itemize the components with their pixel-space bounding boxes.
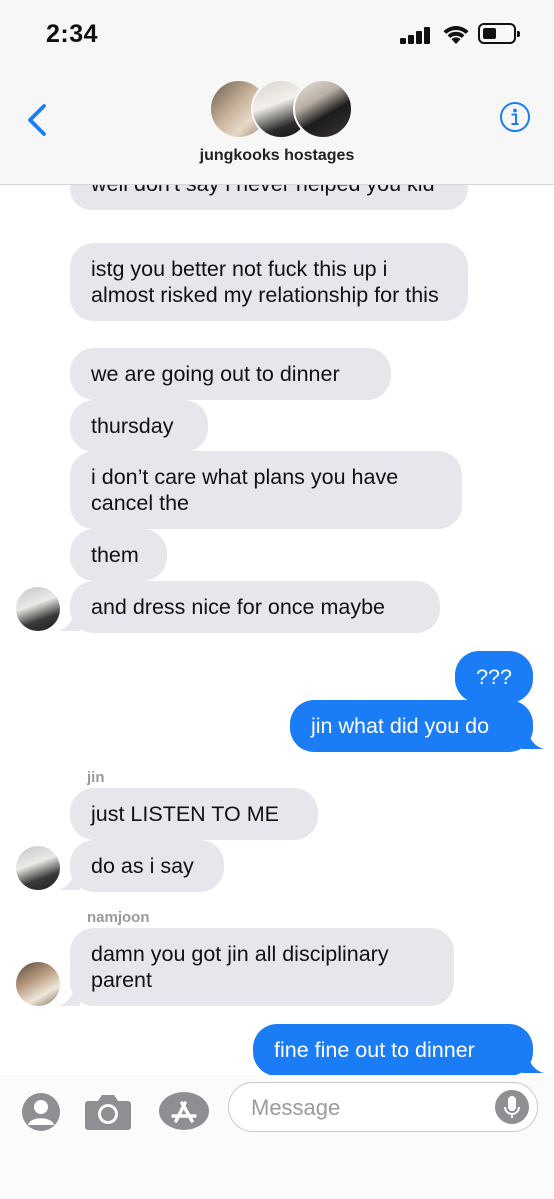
avatar bbox=[293, 79, 353, 139]
battery-icon bbox=[478, 23, 520, 44]
message-bubble[interactable]: i don’t care what plans you have cancel … bbox=[70, 451, 462, 529]
back-chevron-icon[interactable] bbox=[24, 100, 54, 140]
conversation-header: jungkooks hostages bbox=[0, 70, 554, 185]
message-input-placeholder: Message bbox=[251, 1095, 341, 1120]
app-store-icon[interactable] bbox=[158, 1091, 210, 1131]
status-time: 2:34 bbox=[46, 20, 99, 48]
wifi-icon bbox=[443, 26, 469, 44]
sender-name: jin bbox=[87, 769, 105, 786]
group-avatars[interactable] bbox=[209, 79, 353, 139]
message-bubble-outgoing[interactable]: jin what did you do bbox=[290, 700, 533, 752]
message-thread[interactable]: well don't say i never helped you kid is… bbox=[0, 185, 554, 1075]
message-bubble-outgoing[interactable]: ??? bbox=[455, 651, 533, 703]
message-bubble[interactable]: them bbox=[70, 529, 167, 581]
camera-icon[interactable] bbox=[84, 1091, 132, 1131]
microphone-icon[interactable] bbox=[495, 1090, 529, 1124]
message-bubble[interactable]: thursday bbox=[70, 400, 208, 452]
message-input[interactable]: Message bbox=[228, 1082, 538, 1132]
avatar bbox=[16, 962, 60, 1006]
avatar bbox=[16, 587, 60, 631]
message-bubble[interactable]: do as i say bbox=[70, 840, 224, 892]
message-bubble[interactable]: istg you better not fuck this up i almos… bbox=[70, 243, 468, 321]
message-bubble[interactable]: damn you got jin all disciplinary parent bbox=[70, 928, 454, 1006]
info-icon[interactable] bbox=[499, 101, 531, 133]
message-bubble[interactable]: and dress nice for once maybe bbox=[70, 581, 440, 633]
compose-bar: Message bbox=[0, 1075, 554, 1199]
status-bar: 2:34 bbox=[0, 0, 554, 70]
cellular-signal-icon bbox=[400, 27, 432, 44]
sender-name: namjoon bbox=[87, 909, 150, 926]
group-name[interactable]: jungkooks hostages bbox=[0, 147, 554, 165]
message-bubble-outgoing[interactable]: fine fine out to dinner bbox=[253, 1024, 533, 1075]
avatar bbox=[16, 846, 60, 890]
message-bubble[interactable]: we are going out to dinner bbox=[70, 348, 391, 400]
message-bubble[interactable]: well don't say i never helped you kid bbox=[70, 185, 468, 210]
message-bubble[interactable]: just LISTEN TO ME bbox=[70, 788, 318, 840]
memoji-icon[interactable] bbox=[21, 1092, 61, 1132]
